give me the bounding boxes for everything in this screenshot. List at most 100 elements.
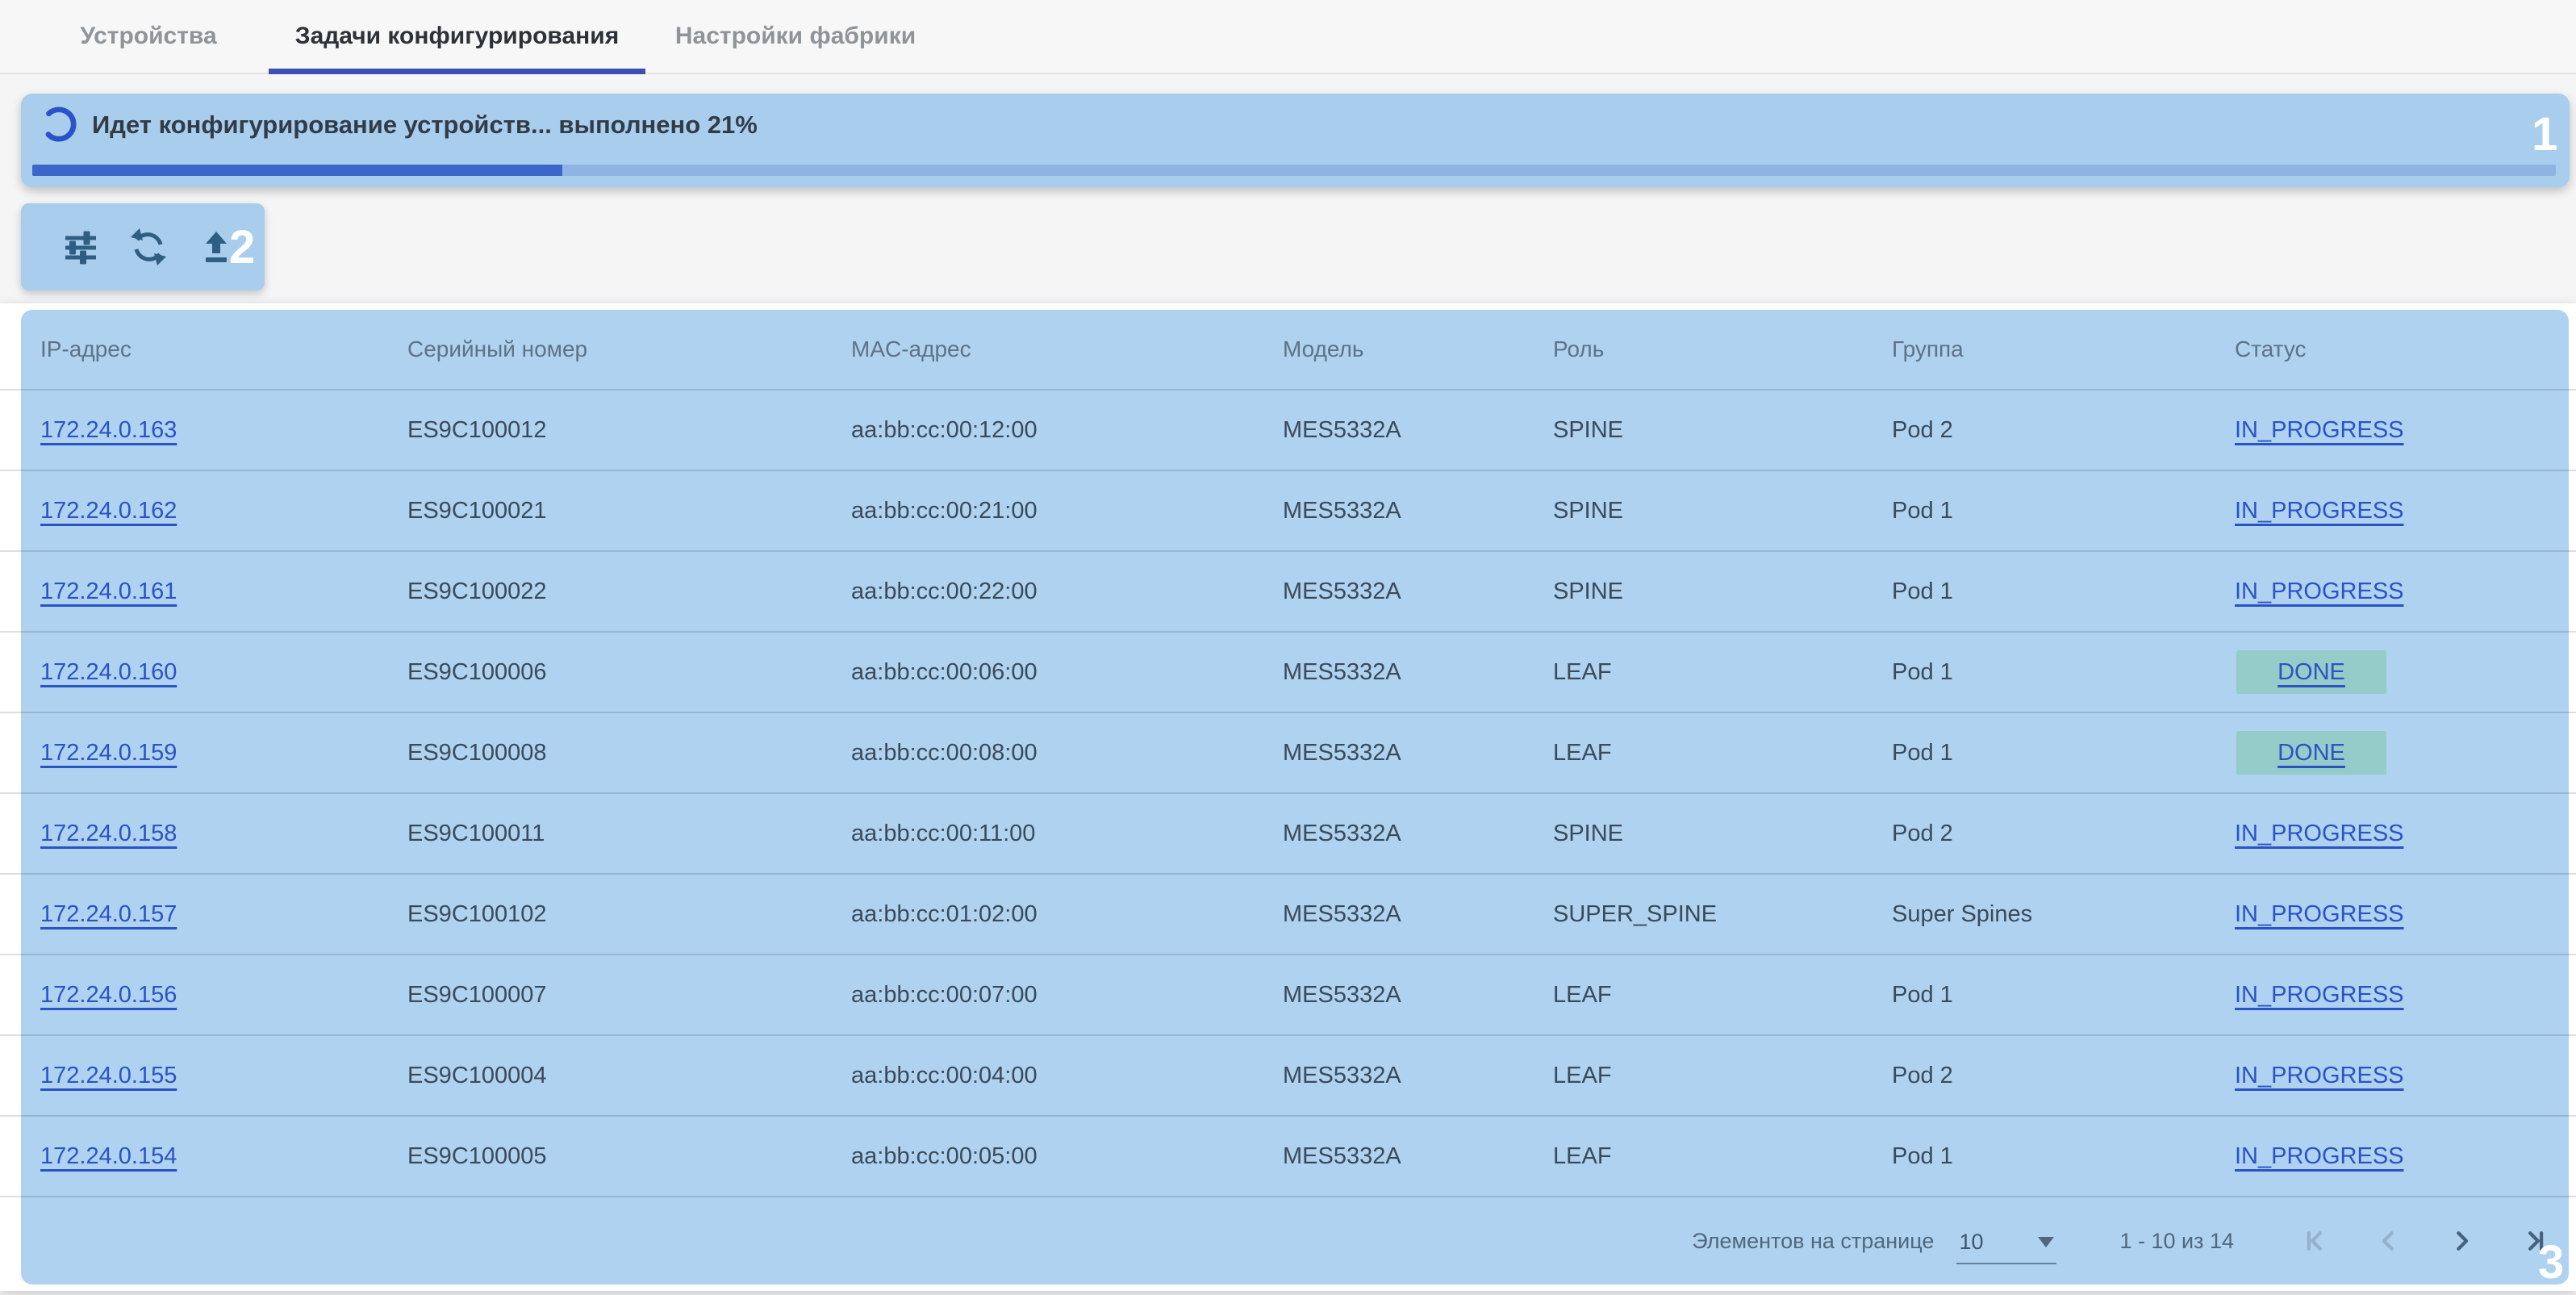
tab-devices[interactable]: Устройства (28, 0, 269, 73)
previous-page-button[interactable] (2371, 1223, 2407, 1259)
role-cell: SPINE (1553, 417, 1892, 444)
dropdown-caret-icon (2038, 1237, 2054, 1247)
items-per-page-select[interactable]: 10 (1956, 1230, 2056, 1264)
ip-cell: 172.24.0.163 (40, 417, 407, 444)
role-cell: LEAF (1553, 740, 1892, 767)
ip-link[interactable]: 172.24.0.154 (40, 1143, 177, 1169)
page-range-label: 1 - 10 из 14 (2119, 1229, 2234, 1254)
tab-configuration-tasks-label: Задачи конфигурирования (295, 23, 619, 50)
status-link[interactable]: DONE (2277, 659, 2345, 686)
status-cell: DONE (2235, 650, 2576, 694)
ip-link[interactable]: 172.24.0.162 (40, 498, 177, 524)
ip-link[interactable]: 172.24.0.159 (40, 740, 177, 766)
pagination-controls (2298, 1223, 2552, 1259)
ip-link[interactable]: 172.24.0.156 (40, 982, 177, 1008)
status-cell: IN_PROGRESS (2235, 982, 2576, 1009)
serial-cell: ES9C100007 (407, 982, 851, 1009)
model-cell: MES5332A (1283, 659, 1553, 686)
serial-cell: ES9C100005 (407, 1143, 851, 1170)
status-link[interactable]: IN_PROGRESS (2235, 821, 2404, 846)
first-page-button[interactable] (2298, 1223, 2334, 1259)
status-link[interactable]: IN_PROGRESS (2235, 982, 2404, 1008)
model-cell: MES5332A (1283, 579, 1553, 605)
group-cell: Pod 2 (1892, 1063, 2235, 1089)
table-row: 172.24.0.156ES9C100007aa:bb:cc:00:07:00M… (0, 954, 2576, 1034)
ip-cell: 172.24.0.158 (40, 821, 407, 847)
ip-cell: 172.24.0.160 (40, 659, 407, 686)
tab-bar: Устройства Задачи конфигурирования Настр… (0, 0, 2576, 74)
table-toolbar (21, 203, 265, 290)
serial-cell: ES9C100008 (407, 740, 851, 767)
table-row: 172.24.0.162ES9C100021aa:bb:cc:00:21:00M… (0, 470, 2576, 550)
model-cell: MES5332A (1283, 1063, 1553, 1089)
column-header-model: Модель (1283, 336, 1553, 362)
group-cell: Pod 1 (1892, 740, 2235, 767)
status-cell: DONE (2235, 731, 2576, 775)
ip-link[interactable]: 172.24.0.157 (40, 901, 177, 927)
ip-link[interactable]: 172.24.0.158 (40, 821, 177, 846)
role-cell: SPINE (1553, 821, 1892, 847)
chevron-right-icon (2448, 1227, 2475, 1255)
tab-configuration-tasks[interactable]: Задачи конфигурирования (269, 0, 645, 73)
filter-settings-button[interactable] (61, 228, 100, 266)
column-header-ip: IP-адрес (40, 336, 407, 362)
group-cell: Pod 2 (1892, 417, 2235, 444)
serial-cell: ES9C100006 (407, 659, 851, 686)
model-cell: MES5332A (1283, 417, 1553, 444)
status-cell: IN_PROGRESS (2235, 821, 2576, 847)
ip-link[interactable]: 172.24.0.163 (40, 417, 177, 443)
status-link[interactable]: IN_PROGRESS (2235, 1063, 2404, 1088)
role-cell: LEAF (1553, 982, 1892, 1009)
status-link[interactable]: IN_PROGRESS (2235, 1143, 2404, 1169)
status-cell: IN_PROGRESS (2235, 417, 2576, 444)
serial-cell: ES9C100022 (407, 579, 851, 605)
table-row: 172.24.0.163ES9C100012aa:bb:cc:00:12:00M… (0, 389, 2576, 470)
ip-cell: 172.24.0.157 (40, 901, 407, 928)
ip-cell: 172.24.0.156 (40, 982, 407, 1009)
ip-link[interactable]: 172.24.0.160 (40, 659, 177, 685)
status-cell: IN_PROGRESS (2235, 901, 2576, 928)
annotation-1: 1 (2532, 111, 2557, 158)
ip-link[interactable]: 172.24.0.161 (40, 579, 177, 604)
role-cell: LEAF (1553, 1143, 1892, 1170)
progress-message: Идет конфигурирование устройств... выпол… (92, 95, 758, 155)
status-link[interactable]: IN_PROGRESS (2235, 901, 2404, 927)
model-cell: MES5332A (1283, 740, 1553, 767)
tab-fabric-settings[interactable]: Настройки фабрики (645, 0, 946, 73)
spinner-icon (40, 106, 77, 143)
role-cell: SPINE (1553, 579, 1892, 605)
model-cell: MES5332A (1283, 821, 1553, 847)
table-row: 172.24.0.158 ES9C100011aa:bb:cc:00:11:00M… (0, 792, 2576, 873)
progress-bar-fill (32, 165, 562, 176)
tab-fabric-settings-label: Настройки фабрики (675, 23, 916, 50)
status-link[interactable]: DONE (2277, 740, 2345, 767)
table-footer: Элементов на странице 10 1 - 10 из 14 (0, 1196, 2576, 1285)
configuration-tasks-table: IP-адрес Серийный номер MAC-адрес Модель… (0, 303, 2576, 1291)
mac-cell: aa:bb:cc:00:05:00 (851, 1143, 1283, 1170)
refresh-button[interactable] (129, 228, 168, 266)
next-page-button[interactable] (2444, 1223, 2479, 1259)
mac-cell: aa:bb:cc:00:11:00 (851, 821, 1283, 847)
mac-cell: aa:bb:cc:00:04:00 (851, 1063, 1283, 1089)
status-cell: IN_PROGRESS (2235, 1143, 2576, 1170)
chevron-left-icon (2375, 1227, 2403, 1255)
role-cell: SPINE (1553, 498, 1892, 524)
column-header-mac: MAC-адрес (851, 336, 1283, 362)
table-row: 172.24.0.160ES9C100006aa:bb:cc:00:06:00M… (0, 631, 2576, 712)
role-cell: SUPER_SPINE (1553, 901, 1892, 928)
status-link[interactable]: IN_PROGRESS (2235, 417, 2404, 443)
mac-cell: aa:bb:cc:01:02:00 (851, 901, 1283, 928)
mac-cell: aa:bb:cc:00:07:00 (851, 982, 1283, 1009)
mac-cell: aa:bb:cc:00:12:00 (851, 417, 1283, 444)
table-row: 172.24.0.161ES9C100022aa:bb:cc:00:22:00M… (0, 550, 2576, 631)
status-link[interactable]: IN_PROGRESS (2235, 498, 2404, 524)
ip-cell: 172.24.0.162 (40, 498, 407, 524)
ip-link[interactable]: 172.24.0.155 (40, 1063, 177, 1088)
serial-cell: ES9C100004 (407, 1063, 851, 1089)
ip-cell: 172.24.0.161 (40, 579, 407, 605)
role-cell: LEAF (1553, 1063, 1892, 1089)
status-link[interactable]: IN_PROGRESS (2235, 579, 2404, 604)
ip-cell: 172.24.0.159 (40, 740, 407, 767)
table-body: 172.24.0.163ES9C100012aa:bb:cc:00:12:00M… (0, 389, 2576, 1196)
serial-cell: ES9C100011 (407, 821, 851, 847)
